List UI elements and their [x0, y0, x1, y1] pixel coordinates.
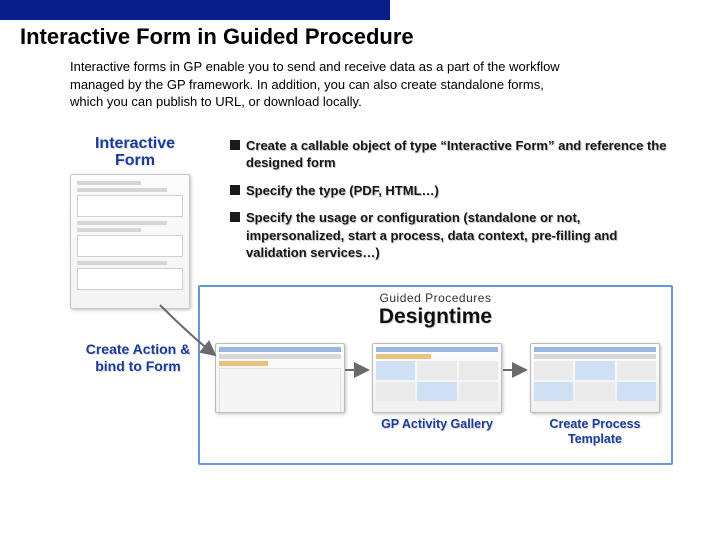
top-accent-bar: [0, 0, 390, 20]
bullet-item: Specify the type (PDF, HTML…): [230, 182, 670, 200]
panel-1: [215, 343, 345, 417]
diagram-area: Interactive Form Create a callable objec…: [40, 135, 680, 465]
screenshot-thumbnail: [530, 343, 660, 413]
form-thumbnail: [70, 174, 190, 309]
panel-3: Create Process Template: [530, 343, 660, 447]
interactive-form-label: Interactive Form: [70, 135, 200, 170]
screenshot-thumbnail: [215, 343, 345, 413]
designtime-box: Guided Procedures Designtime GP Activ: [198, 285, 673, 465]
form-label-line2: Form: [115, 152, 155, 169]
square-bullet-icon: [230, 212, 240, 222]
bullet-item: Specify the usage or configuration (stan…: [230, 209, 670, 262]
square-bullet-icon: [230, 140, 240, 150]
intro-paragraph: Interactive forms in GP enable you to se…: [0, 58, 620, 111]
panel-label: Create Process Template: [530, 417, 660, 447]
interactive-form-block: Interactive Form: [70, 135, 200, 309]
bullet-text: Create a callable object of type “Intera…: [246, 137, 670, 172]
flow-header: Guided Procedures Designtime: [200, 291, 671, 329]
flow-title: Designtime: [200, 305, 671, 329]
bullet-text: Specify the usage or configuration (stan…: [246, 209, 670, 262]
square-bullet-icon: [230, 185, 240, 195]
screenshot-thumbnail: [372, 343, 502, 413]
panel-2: GP Activity Gallery: [372, 343, 502, 432]
bullet-text: Specify the type (PDF, HTML…): [246, 182, 439, 200]
flow-subtitle: Guided Procedures: [200, 291, 671, 305]
form-label-line1: Interactive: [95, 135, 175, 152]
panel-label: GP Activity Gallery: [372, 417, 502, 432]
page-title: Interactive Form in Guided Procedure: [0, 20, 720, 58]
create-action-label: Create Action & bind to Form: [78, 341, 198, 376]
bullet-item: Create a callable object of type “Intera…: [230, 137, 670, 172]
bullet-list: Create a callable object of type “Intera…: [230, 137, 670, 272]
